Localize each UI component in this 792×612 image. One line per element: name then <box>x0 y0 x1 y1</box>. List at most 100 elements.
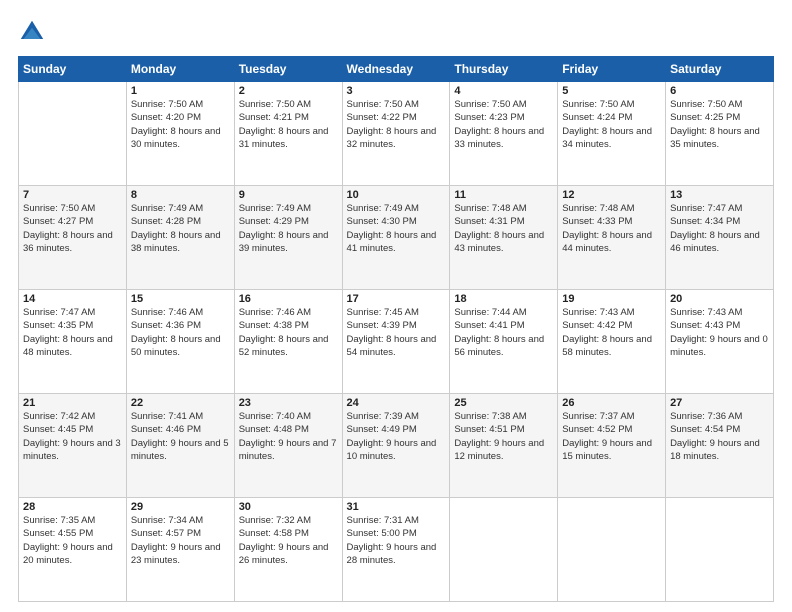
calendar-week-5: 28Sunrise: 7:35 AMSunset: 4:55 PMDayligh… <box>19 498 774 602</box>
day-number: 29 <box>131 501 230 513</box>
day-number: 25 <box>454 397 553 409</box>
day-info: Sunrise: 7:32 AMSunset: 4:58 PMDaylight:… <box>239 514 338 567</box>
logo-icon <box>18 18 46 46</box>
calendar-cell: 5Sunrise: 7:50 AMSunset: 4:24 PMDaylight… <box>558 82 666 186</box>
day-number: 10 <box>347 189 446 201</box>
day-info: Sunrise: 7:40 AMSunset: 4:48 PMDaylight:… <box>239 410 338 463</box>
calendar-cell: 29Sunrise: 7:34 AMSunset: 4:57 PMDayligh… <box>126 498 234 602</box>
calendar-cell: 1Sunrise: 7:50 AMSunset: 4:20 PMDaylight… <box>126 82 234 186</box>
day-number: 4 <box>454 85 553 97</box>
calendar-cell: 18Sunrise: 7:44 AMSunset: 4:41 PMDayligh… <box>450 290 558 394</box>
weekday-header-saturday: Saturday <box>666 57 774 82</box>
day-info: Sunrise: 7:50 AMSunset: 4:21 PMDaylight:… <box>239 98 338 151</box>
day-info: Sunrise: 7:50 AMSunset: 4:25 PMDaylight:… <box>670 98 769 151</box>
calendar-cell: 2Sunrise: 7:50 AMSunset: 4:21 PMDaylight… <box>234 82 342 186</box>
calendar-cell: 10Sunrise: 7:49 AMSunset: 4:30 PMDayligh… <box>342 186 450 290</box>
day-number: 1 <box>131 85 230 97</box>
weekday-header-monday: Monday <box>126 57 234 82</box>
day-info: Sunrise: 7:39 AMSunset: 4:49 PMDaylight:… <box>347 410 446 463</box>
day-number: 23 <box>239 397 338 409</box>
day-number: 16 <box>239 293 338 305</box>
day-number: 11 <box>454 189 553 201</box>
calendar-cell: 3Sunrise: 7:50 AMSunset: 4:22 PMDaylight… <box>342 82 450 186</box>
day-number: 8 <box>131 189 230 201</box>
day-info: Sunrise: 7:49 AMSunset: 4:28 PMDaylight:… <box>131 202 230 255</box>
day-number: 24 <box>347 397 446 409</box>
day-info: Sunrise: 7:47 AMSunset: 4:35 PMDaylight:… <box>23 306 122 359</box>
day-number: 17 <box>347 293 446 305</box>
day-number: 30 <box>239 501 338 513</box>
calendar-cell: 28Sunrise: 7:35 AMSunset: 4:55 PMDayligh… <box>19 498 127 602</box>
day-info: Sunrise: 7:46 AMSunset: 4:36 PMDaylight:… <box>131 306 230 359</box>
weekday-header-sunday: Sunday <box>19 57 127 82</box>
day-number: 12 <box>562 189 661 201</box>
calendar-body: 1Sunrise: 7:50 AMSunset: 4:20 PMDaylight… <box>19 82 774 602</box>
calendar-cell: 22Sunrise: 7:41 AMSunset: 4:46 PMDayligh… <box>126 394 234 498</box>
day-info: Sunrise: 7:38 AMSunset: 4:51 PMDaylight:… <box>454 410 553 463</box>
calendar-cell: 31Sunrise: 7:31 AMSunset: 5:00 PMDayligh… <box>342 498 450 602</box>
day-number: 13 <box>670 189 769 201</box>
day-info: Sunrise: 7:43 AMSunset: 4:42 PMDaylight:… <box>562 306 661 359</box>
calendar-week-1: 1Sunrise: 7:50 AMSunset: 4:20 PMDaylight… <box>19 82 774 186</box>
day-number: 18 <box>454 293 553 305</box>
calendar-cell: 24Sunrise: 7:39 AMSunset: 4:49 PMDayligh… <box>342 394 450 498</box>
calendar-cell: 7Sunrise: 7:50 AMSunset: 4:27 PMDaylight… <box>19 186 127 290</box>
day-number: 22 <box>131 397 230 409</box>
day-info: Sunrise: 7:35 AMSunset: 4:55 PMDaylight:… <box>23 514 122 567</box>
calendar-week-3: 14Sunrise: 7:47 AMSunset: 4:35 PMDayligh… <box>19 290 774 394</box>
weekday-header-wednesday: Wednesday <box>342 57 450 82</box>
day-info: Sunrise: 7:36 AMSunset: 4:54 PMDaylight:… <box>670 410 769 463</box>
calendar-cell: 6Sunrise: 7:50 AMSunset: 4:25 PMDaylight… <box>666 82 774 186</box>
day-info: Sunrise: 7:50 AMSunset: 4:24 PMDaylight:… <box>562 98 661 151</box>
day-info: Sunrise: 7:50 AMSunset: 4:20 PMDaylight:… <box>131 98 230 151</box>
day-info: Sunrise: 7:46 AMSunset: 4:38 PMDaylight:… <box>239 306 338 359</box>
day-info: Sunrise: 7:44 AMSunset: 4:41 PMDaylight:… <box>454 306 553 359</box>
day-number: 5 <box>562 85 661 97</box>
day-info: Sunrise: 7:34 AMSunset: 4:57 PMDaylight:… <box>131 514 230 567</box>
calendar-cell: 8Sunrise: 7:49 AMSunset: 4:28 PMDaylight… <box>126 186 234 290</box>
page: SundayMondayTuesdayWednesdayThursdayFrid… <box>0 0 792 612</box>
logo <box>18 18 50 46</box>
calendar-cell: 17Sunrise: 7:45 AMSunset: 4:39 PMDayligh… <box>342 290 450 394</box>
day-info: Sunrise: 7:48 AMSunset: 4:31 PMDaylight:… <box>454 202 553 255</box>
day-info: Sunrise: 7:41 AMSunset: 4:46 PMDaylight:… <box>131 410 230 463</box>
day-number: 6 <box>670 85 769 97</box>
calendar-cell: 12Sunrise: 7:48 AMSunset: 4:33 PMDayligh… <box>558 186 666 290</box>
header <box>18 18 774 46</box>
day-number: 3 <box>347 85 446 97</box>
day-number: 28 <box>23 501 122 513</box>
day-number: 19 <box>562 293 661 305</box>
calendar-cell: 21Sunrise: 7:42 AMSunset: 4:45 PMDayligh… <box>19 394 127 498</box>
calendar-table: SundayMondayTuesdayWednesdayThursdayFrid… <box>18 56 774 602</box>
day-number: 27 <box>670 397 769 409</box>
calendar-cell: 15Sunrise: 7:46 AMSunset: 4:36 PMDayligh… <box>126 290 234 394</box>
calendar-cell: 27Sunrise: 7:36 AMSunset: 4:54 PMDayligh… <box>666 394 774 498</box>
calendar-cell: 13Sunrise: 7:47 AMSunset: 4:34 PMDayligh… <box>666 186 774 290</box>
day-number: 31 <box>347 501 446 513</box>
header-row: SundayMondayTuesdayWednesdayThursdayFrid… <box>19 57 774 82</box>
day-number: 9 <box>239 189 338 201</box>
day-number: 14 <box>23 293 122 305</box>
calendar-cell: 23Sunrise: 7:40 AMSunset: 4:48 PMDayligh… <box>234 394 342 498</box>
day-number: 26 <box>562 397 661 409</box>
calendar-cell: 9Sunrise: 7:49 AMSunset: 4:29 PMDaylight… <box>234 186 342 290</box>
day-info: Sunrise: 7:50 AMSunset: 4:27 PMDaylight:… <box>23 202 122 255</box>
day-info: Sunrise: 7:43 AMSunset: 4:43 PMDaylight:… <box>670 306 769 359</box>
weekday-header-tuesday: Tuesday <box>234 57 342 82</box>
day-info: Sunrise: 7:31 AMSunset: 5:00 PMDaylight:… <box>347 514 446 567</box>
calendar-header: SundayMondayTuesdayWednesdayThursdayFrid… <box>19 57 774 82</box>
calendar-cell: 14Sunrise: 7:47 AMSunset: 4:35 PMDayligh… <box>19 290 127 394</box>
calendar-cell: 4Sunrise: 7:50 AMSunset: 4:23 PMDaylight… <box>450 82 558 186</box>
day-number: 2 <box>239 85 338 97</box>
day-info: Sunrise: 7:37 AMSunset: 4:52 PMDaylight:… <box>562 410 661 463</box>
calendar-cell: 20Sunrise: 7:43 AMSunset: 4:43 PMDayligh… <box>666 290 774 394</box>
day-number: 20 <box>670 293 769 305</box>
day-info: Sunrise: 7:50 AMSunset: 4:23 PMDaylight:… <box>454 98 553 151</box>
calendar-cell: 25Sunrise: 7:38 AMSunset: 4:51 PMDayligh… <box>450 394 558 498</box>
day-number: 21 <box>23 397 122 409</box>
day-info: Sunrise: 7:48 AMSunset: 4:33 PMDaylight:… <box>562 202 661 255</box>
day-info: Sunrise: 7:42 AMSunset: 4:45 PMDaylight:… <box>23 410 122 463</box>
calendar-cell <box>666 498 774 602</box>
day-number: 7 <box>23 189 122 201</box>
calendar-cell: 19Sunrise: 7:43 AMSunset: 4:42 PMDayligh… <box>558 290 666 394</box>
